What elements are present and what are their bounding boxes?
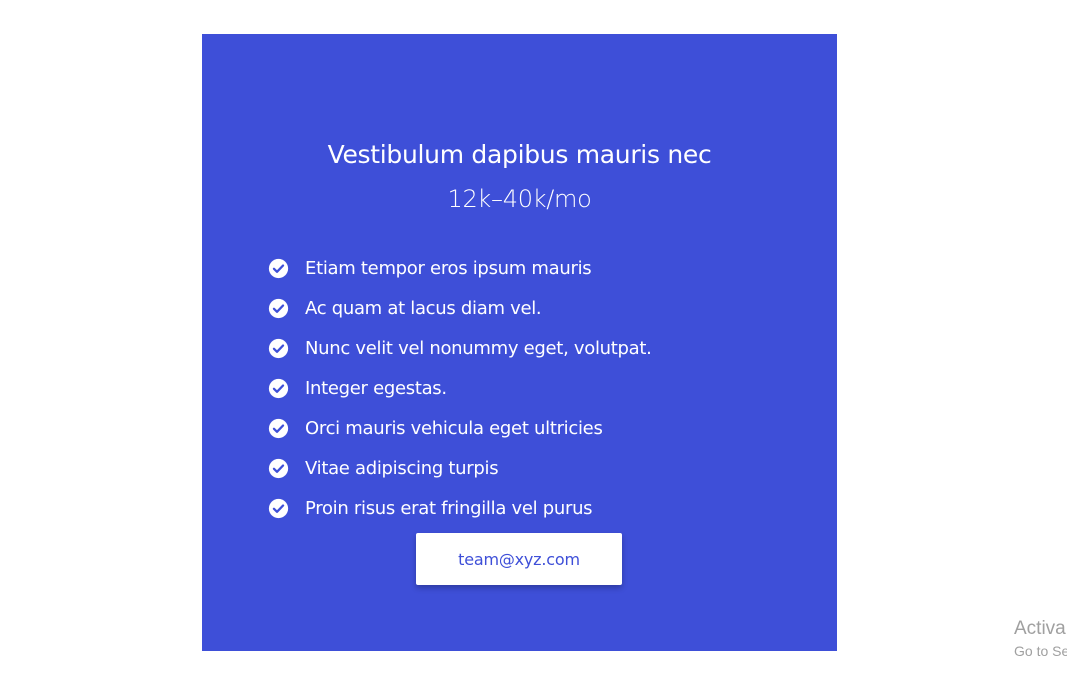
pricing-card: Vestibulum dapibus mauris nec 12k–40k/mo…	[202, 34, 837, 651]
email-contact-button[interactable]: team@xyz.com	[416, 533, 622, 585]
feature-item: Nunc velit vel nonummy eget, volutpat.	[268, 328, 652, 368]
check-circle-icon	[268, 378, 289, 398]
activation-watermark: Activa Go to Se	[1014, 618, 1067, 662]
feature-item: Vitae adipiscing turpis	[268, 448, 652, 488]
watermark-title: Activa	[1014, 618, 1066, 639]
feature-label: Proin risus erat fringilla vel purus	[305, 497, 593, 519]
feature-item: Proin risus erat fringilla vel purus	[268, 488, 652, 528]
card-title: Vestibulum dapibus mauris nec	[327, 140, 712, 169]
feature-item: Ac quam at lacus diam vel.	[268, 288, 652, 328]
feature-label: Ac quam at lacus diam vel.	[305, 297, 542, 319]
feature-label: Integer egestas.	[305, 377, 447, 399]
feature-label: Vitae adipiscing turpis	[305, 457, 499, 479]
feature-list: Etiam tempor eros ipsum mauris Ac quam a…	[268, 248, 652, 528]
check-circle-icon	[268, 498, 289, 518]
check-circle-icon	[268, 298, 289, 318]
check-circle-icon	[268, 458, 289, 478]
feature-label: Orci mauris vehicula eget ultricies	[305, 417, 603, 439]
check-circle-icon	[268, 418, 289, 438]
feature-label: Etiam tempor eros ipsum mauris	[305, 257, 592, 279]
feature-label: Nunc velit vel nonummy eget, volutpat.	[305, 337, 652, 359]
watermark-subtitle: Go to Se	[1014, 643, 1067, 659]
check-circle-icon	[268, 258, 289, 278]
feature-item: Etiam tempor eros ipsum mauris	[268, 248, 652, 288]
check-circle-icon	[268, 338, 289, 358]
feature-item: Orci mauris vehicula eget ultricies	[268, 408, 652, 448]
feature-item: Integer egestas.	[268, 368, 652, 408]
price-range: 12k–40k/mo	[447, 185, 592, 213]
